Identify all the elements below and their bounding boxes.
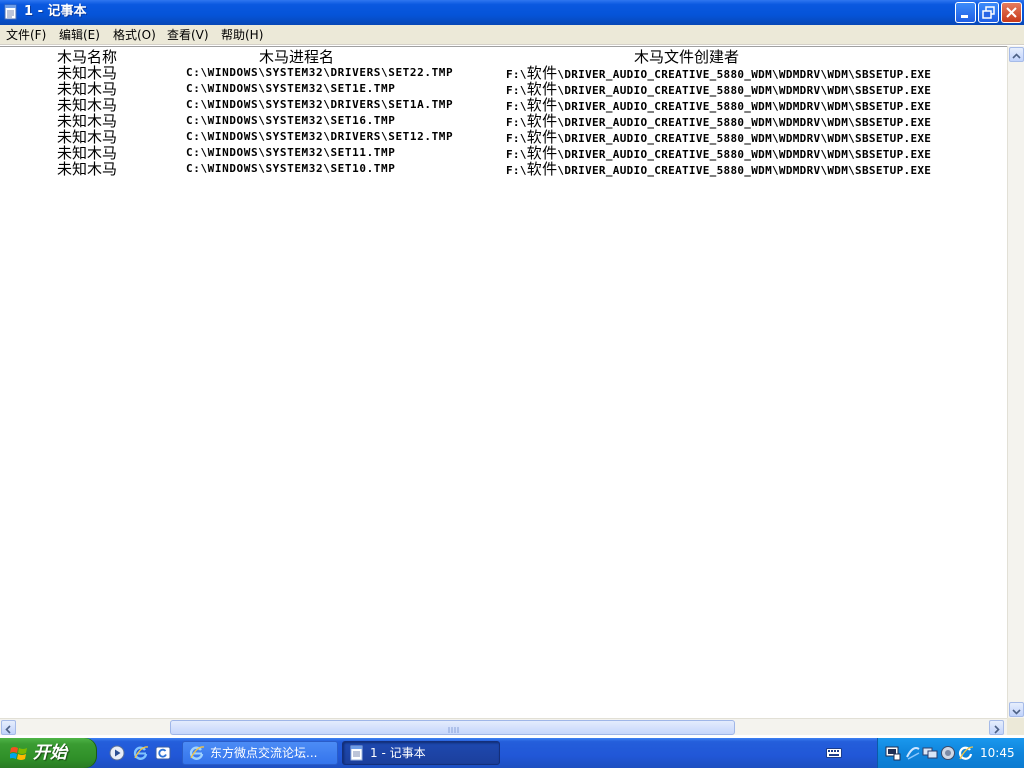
trojan-name: 未知木马 [57, 160, 118, 178]
grip-icon [448, 727, 459, 733]
windows-flag-icon [10, 747, 27, 760]
scroll-up-button[interactable] [1009, 47, 1024, 62]
trojan-creator: F:\软件\DRIVER_AUDIO_CREATIVE_5880_WDM\WDM… [506, 161, 931, 179]
ie-icon[interactable] [133, 745, 149, 761]
arrow-up-icon [1012, 53, 1021, 59]
creator-drive: F:\ [506, 116, 527, 129]
scroll-down-button[interactable] [1009, 702, 1024, 717]
creator-drive: F:\ [506, 100, 527, 113]
task-notepad[interactable]: 1 - 记事本 [342, 741, 500, 765]
arrow-right-icon [994, 725, 1000, 734]
media-player-icon[interactable] [109, 745, 125, 761]
network-icon[interactable] [885, 745, 901, 761]
ie-alt-icon[interactable] [155, 745, 171, 761]
header-process: 木马进程名 [259, 48, 335, 66]
trojan-name: 未知木马 [57, 64, 118, 82]
trojan-process: C:\WINDOWS\SYSTEM32\SET16.TMP [186, 114, 396, 127]
menu-bar: 文件(F) 编辑(E) 格式(O) 查看(V) 帮助(H) [0, 25, 1024, 45]
header-name: 木马名称 [57, 48, 118, 66]
trojan-name: 未知木马 [57, 144, 118, 162]
table-row: 未知木马 C:\WINDOWS\SYSTEM32\DRIVERS\SET22.TM… [0, 65, 1007, 81]
trojan-name: 未知木马 [57, 128, 118, 146]
minimize-button[interactable] [955, 2, 976, 23]
creator-path: \DRIVER_AUDIO_CREATIVE_5880_WDM\WDMDRV\W… [557, 100, 932, 113]
notepad-window: 1 - 记事本 文件(F) 编辑(E) 格式(O) 查看(V) 帮助(H) 木马… [0, 0, 1024, 738]
header-creator: 木马文件创建者 [634, 48, 740, 66]
menu-edit[interactable]: 编辑(E) [59, 27, 100, 43]
trojan-process: C:\WINDOWS\SYSTEM32\DRIVERS\SET1A.TMP [186, 98, 454, 111]
table-row: 未知木马 C:\WINDOWS\SYSTEM32\SET16.TMP F:\软件\D… [0, 113, 1007, 129]
table-row: 未知木马 C:\WINDOWS\SYSTEM32\DRIVERS\SET12.TM… [0, 129, 1007, 145]
task-label: 1 - 记事本 [370, 746, 426, 760]
close-button[interactable] [1001, 2, 1022, 23]
update-icon[interactable] [958, 745, 974, 761]
trojan-process: C:\WINDOWS\SYSTEM32\SET11.TMP [186, 146, 396, 159]
text-editor[interactable]: 木马名称 木马进程名 木马文件创建者 未知木马 C:\WINDOWS\SYSTEM… [0, 46, 1007, 718]
creator-path: \DRIVER_AUDIO_CREATIVE_5880_WDM\WDMDRV\W… [557, 148, 932, 161]
monitor-icon[interactable] [922, 745, 938, 761]
volume-icon[interactable] [940, 745, 956, 761]
clock: 10:45 [980, 746, 1015, 760]
task-label: 东方微点交流论坛... [210, 746, 318, 760]
creator-drive: F:\ [506, 132, 527, 145]
creator-drive: F:\ [506, 148, 527, 161]
scroll-right-button[interactable] [989, 720, 1004, 735]
title-bar[interactable]: 1 - 记事本 [0, 0, 1024, 25]
scroll-left-button[interactable] [1, 720, 16, 735]
trojan-process: C:\WINDOWS\SYSTEM32\DRIVERS\SET22.TMP [186, 66, 454, 79]
system-tray: 10:45 [877, 738, 1024, 768]
notepad-icon [350, 745, 363, 761]
start-label: 开始 [33, 743, 67, 763]
menu-file[interactable]: 文件(F) [6, 27, 46, 43]
trojan-name: 未知木马 [57, 96, 118, 114]
sync-icon[interactable] [905, 745, 921, 761]
creator-path: \DRIVER_AUDIO_CREATIVE_5880_WDM\WDMDRV\W… [557, 116, 932, 129]
keyboard-icon[interactable] [826, 746, 842, 760]
creator-folder: 软件 [526, 160, 558, 178]
minimize-icon [961, 15, 968, 18]
creator-drive: F:\ [506, 164, 527, 177]
trojan-process: C:\WINDOWS\SYSTEM32\DRIVERS\SET12.TMP [186, 130, 454, 143]
menu-view[interactable]: 查看(V) [167, 27, 209, 43]
menu-help[interactable]: 帮助(H) [221, 27, 263, 43]
horizontal-scrollbar[interactable] [0, 718, 1007, 735]
task-ie-forum[interactable]: 东方微点交流论坛... [182, 741, 338, 765]
restore-button[interactable] [978, 2, 999, 23]
restore-icon [982, 6, 995, 19]
vertical-scrollbar[interactable] [1007, 46, 1024, 718]
ie-icon [189, 746, 205, 760]
arrow-down-icon [1012, 709, 1021, 715]
start-button[interactable]: 开始 [0, 738, 97, 768]
trojan-name: 未知木马 [57, 80, 118, 98]
creator-path: \DRIVER_AUDIO_CREATIVE_5880_WDM\WDMDRV\W… [557, 132, 932, 145]
trojan-process: C:\WINDOWS\SYSTEM32\SET10.TMP [186, 162, 396, 175]
table-row: 未知木马 C:\WINDOWS\SYSTEM32\SET11.TMP F:\软件\D… [0, 145, 1007, 161]
creator-path: \DRIVER_AUDIO_CREATIVE_5880_WDM\WDMDRV\W… [557, 84, 932, 97]
table-row: 未知木马 C:\WINDOWS\SYSTEM32\DRIVERS\SET1A.TM… [0, 97, 1007, 113]
trojan-process: C:\WINDOWS\SYSTEM32\SET1E.TMP [186, 82, 396, 95]
taskbar: 开始 东方微点交流论坛... 1 - 记事本 10:45 [0, 738, 1024, 768]
scrollbar-corner [1007, 718, 1024, 735]
trojan-name: 未知木马 [57, 112, 118, 130]
creator-drive: F:\ [506, 84, 527, 97]
table-row: 未知木马 C:\WINDOWS\SYSTEM32\SET10.TMP F:\软件\D… [0, 161, 1007, 177]
table-row: 未知木马 C:\WINDOWS\SYSTEM32\SET1E.TMP F:\软件\D… [0, 81, 1007, 97]
header-line: 木马名称 木马进程名 木马文件创建者 [0, 49, 1007, 65]
creator-drive: F:\ [506, 68, 527, 81]
close-icon [1006, 7, 1017, 18]
menu-format[interactable]: 格式(O) [113, 27, 156, 43]
creator-path: \DRIVER_AUDIO_CREATIVE_5880_WDM\WDMDRV\W… [557, 68, 932, 81]
notepad-icon [4, 4, 17, 20]
arrow-left-icon [5, 725, 11, 734]
creator-path: \DRIVER_AUDIO_CREATIVE_5880_WDM\WDMDRV\W… [557, 164, 932, 177]
window-title: 1 - 记事本 [24, 4, 87, 19]
horizontal-scroll-thumb[interactable] [170, 720, 735, 735]
